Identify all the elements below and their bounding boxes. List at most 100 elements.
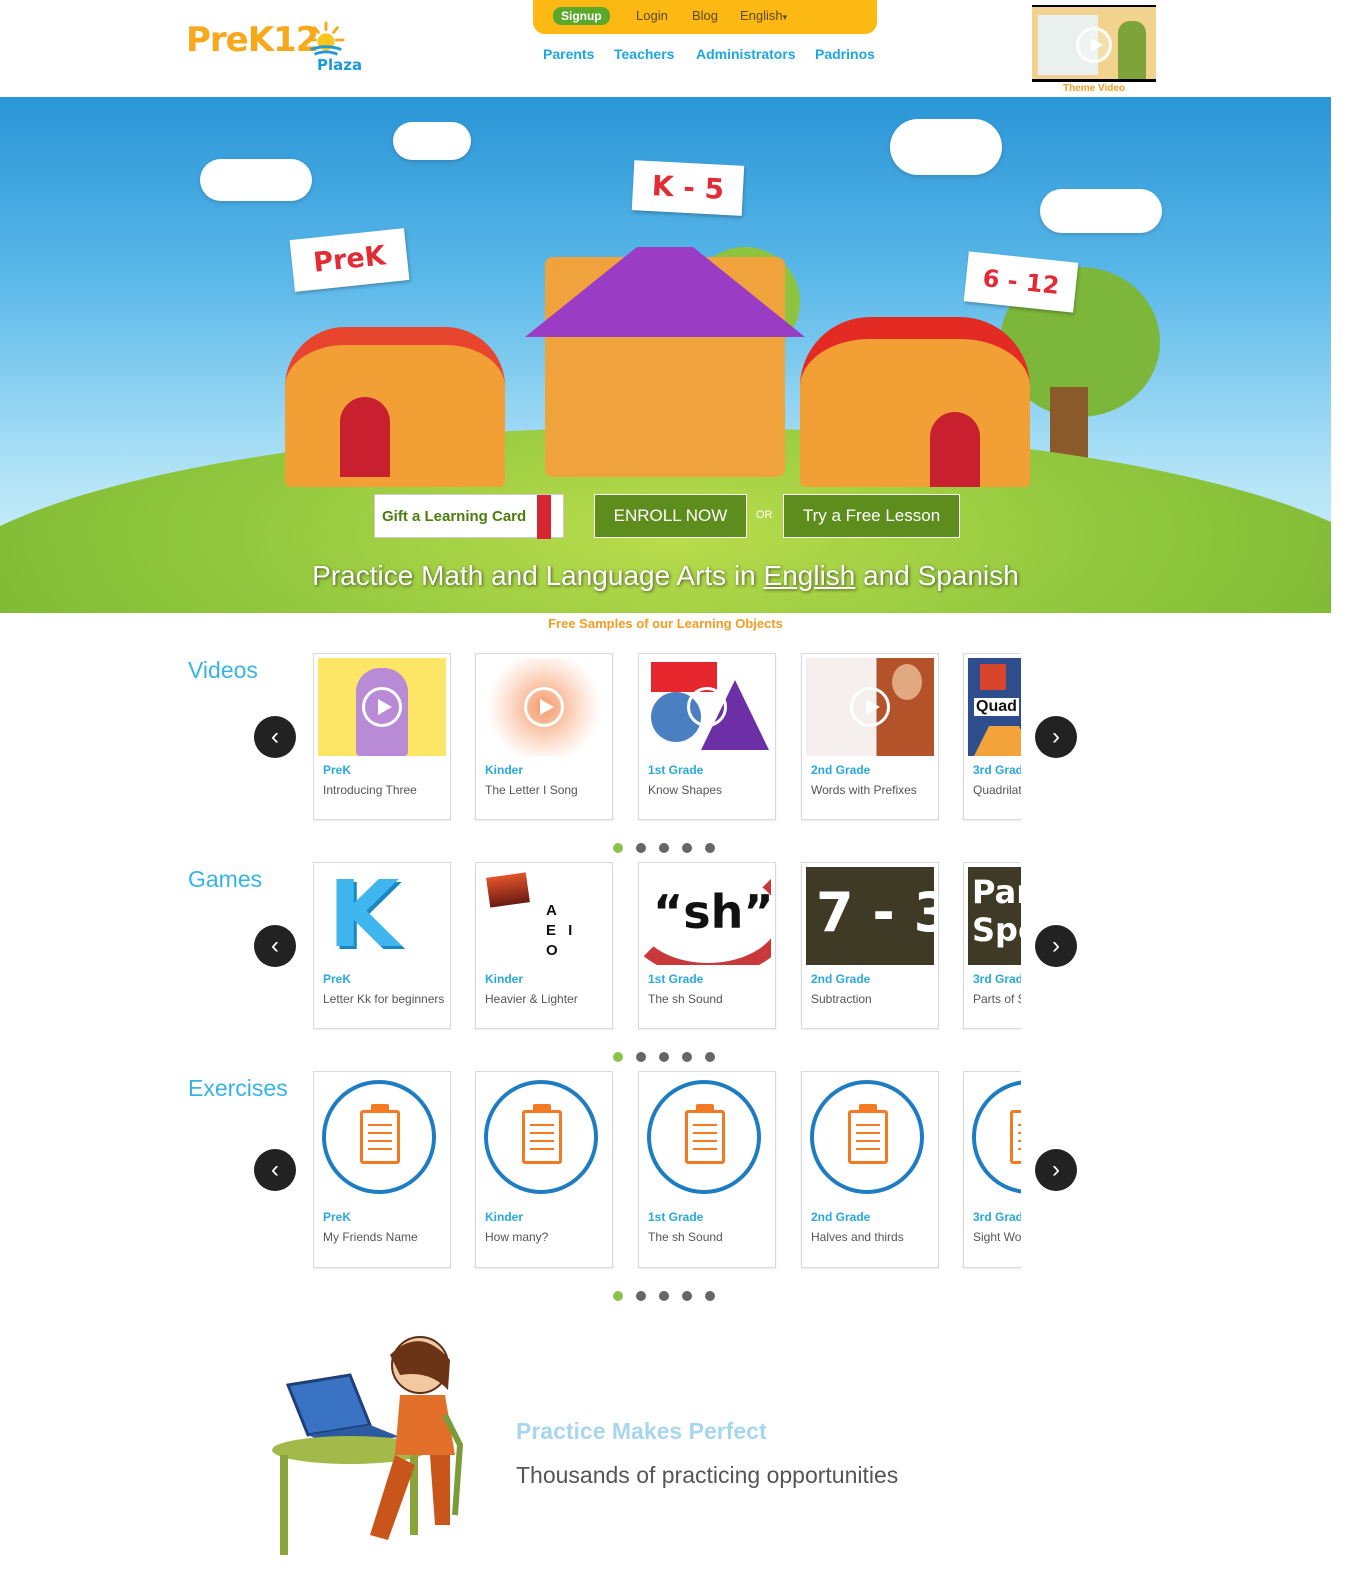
play-icon[interactable] [1076,27,1112,63]
card-title: Introducing Three [323,783,417,797]
video-thumbnail [480,658,608,756]
cloud [393,122,471,160]
nav-padrinos[interactable]: Padrinos [815,46,875,62]
video-card[interactable]: 2nd Grade Words with Prefixes [801,653,939,820]
thumb-text: 7 - 3 [816,881,934,944]
thumb-text: “sh” [653,885,771,939]
chevron-left-icon: ‹ [271,723,279,750]
card-title: How many? [485,1230,549,1244]
cloud [1040,189,1162,233]
chevron-right-icon: › [1052,932,1060,959]
cloud [890,119,1002,175]
page-dot[interactable] [613,1052,623,1062]
play-icon [362,687,402,727]
game-thumbnail: Par Spe [968,867,1021,965]
game-card[interactable]: A E I O U Kinder Heavier & Lighter [475,862,613,1029]
page-dot[interactable] [613,843,623,853]
play-icon [524,687,564,727]
page-dot[interactable] [705,843,715,853]
play-icon [687,687,727,727]
nav-teachers[interactable]: Teachers [614,46,674,62]
flag-k5: K - 5 [631,160,745,216]
game-thumbnail: K [318,867,446,965]
exercise-card[interactable]: Kinder How many? [475,1071,613,1268]
exercise-card[interactable]: 3rd Grade Sight Words about, b [963,1071,1021,1268]
video-card[interactable]: PreK Introducing Three [313,653,451,820]
page-dot[interactable] [659,1052,669,1062]
login-link[interactable]: Login [636,8,668,23]
theme-video-label[interactable]: Theme Video [1032,83,1156,94]
exercises-carousel: PreK My Friends Name Kinder How many? 1s… [313,1071,1021,1271]
page-dot[interactable] [705,1291,715,1301]
video-card[interactable]: 1st Grade Know Shapes [638,653,776,820]
site-logo[interactable]: PreK12 Plaza [186,16,366,76]
clipboard-icon [810,1080,924,1194]
page-dot[interactable] [659,1291,669,1301]
exercises-pagination [613,1291,715,1301]
orange-trapezoid [974,726,1021,756]
game-card[interactable]: Par Spe 3rd Grade Parts of Speech [963,862,1021,1029]
nav-parents[interactable]: Parents [543,46,594,62]
page-dot[interactable] [636,1052,646,1062]
game-card[interactable]: “sh” 1st Grade The sh Sound [638,862,776,1029]
video-thumbnail [643,658,771,756]
video-card[interactable]: Kinder The Letter I Song [475,653,613,820]
logo-wordmark: PreK12 [186,20,319,60]
presenter-head [892,664,922,700]
videos-prev-arrow[interactable]: ‹ [254,716,296,758]
card-title: Sight Words about, b [973,1230,1021,1244]
exercise-card[interactable]: PreK My Friends Name [313,1071,451,1268]
section-title-videos: Videos [188,657,258,683]
exercise-card[interactable]: 1st Grade The sh Sound [638,1071,776,1268]
page-dot[interactable] [636,843,646,853]
card-title: The Letter I Song [485,783,578,797]
signup-button[interactable]: Signup [553,7,610,25]
theme-video-thumbnail[interactable] [1032,5,1156,82]
game-card[interactable]: 7 - 3 2nd Grade Subtraction [801,862,939,1029]
card-grade: Kinder [485,763,524,777]
page-dot[interactable] [705,1052,715,1062]
video-thumbnail [318,658,446,756]
video-card[interactable]: Quad 3rd Grade Quadrilaterals [963,653,1021,820]
exercises-next-arrow[interactable]: › [1035,1149,1077,1191]
page-dot[interactable] [682,843,692,853]
thumb-text: K [328,867,400,965]
exercise-card[interactable]: 2nd Grade Halves and thirds [801,1071,939,1268]
page-dot[interactable] [613,1291,623,1301]
flag-prek: PreK [289,228,410,292]
card-grade: PreK [323,763,352,777]
sun-icon [307,21,345,56]
top-utility-bar: Signup Login Blog English▾ [533,0,877,34]
hero-tagline: Practice Math and Language Arts in Engli… [0,560,1331,592]
card-title: Subtraction [811,992,872,1006]
cloud [200,159,312,201]
thumb-text: Quad [974,698,1019,716]
house-prek [285,327,505,487]
videos-carousel: PreK Introducing Three Kinder The Letter… [313,653,1021,823]
nav-administrators[interactable]: Administrators [696,46,796,62]
girl-with-laptop-illustration [272,1336,464,1555]
games-next-arrow[interactable]: › [1035,925,1077,967]
page-dot[interactable] [682,1291,692,1301]
practice-subtitle: Thousands of practicing opportunities [516,1462,899,1488]
enroll-now-button[interactable]: ENROLL NOW [594,494,747,538]
blog-link[interactable]: Blog [692,8,718,23]
page-dot[interactable] [636,1291,646,1301]
card-title: Halves and thirds [811,1230,904,1244]
game-card[interactable]: K PreK Letter Kk for beginners [313,862,451,1029]
free-lesson-button[interactable]: Try a Free Lesson [783,494,960,538]
card-grade: 3rd Grade [973,763,1021,777]
card-grade: Kinder [485,972,524,986]
page-dot[interactable] [682,1052,692,1062]
english-link[interactable]: English [764,560,856,591]
exercises-prev-arrow[interactable]: ‹ [254,1149,296,1191]
or-separator: OR [756,509,773,521]
language-select[interactable]: English▾ [740,8,787,23]
page-dot[interactable] [659,843,669,853]
play-icon [850,687,890,727]
games-prev-arrow[interactable]: ‹ [254,925,296,967]
gift-learning-card-button[interactable]: Gift a Learning Card [374,494,564,539]
photo-thumbnail [486,872,530,908]
videos-next-arrow[interactable]: › [1035,716,1077,758]
card-grade: 1st Grade [648,763,704,777]
